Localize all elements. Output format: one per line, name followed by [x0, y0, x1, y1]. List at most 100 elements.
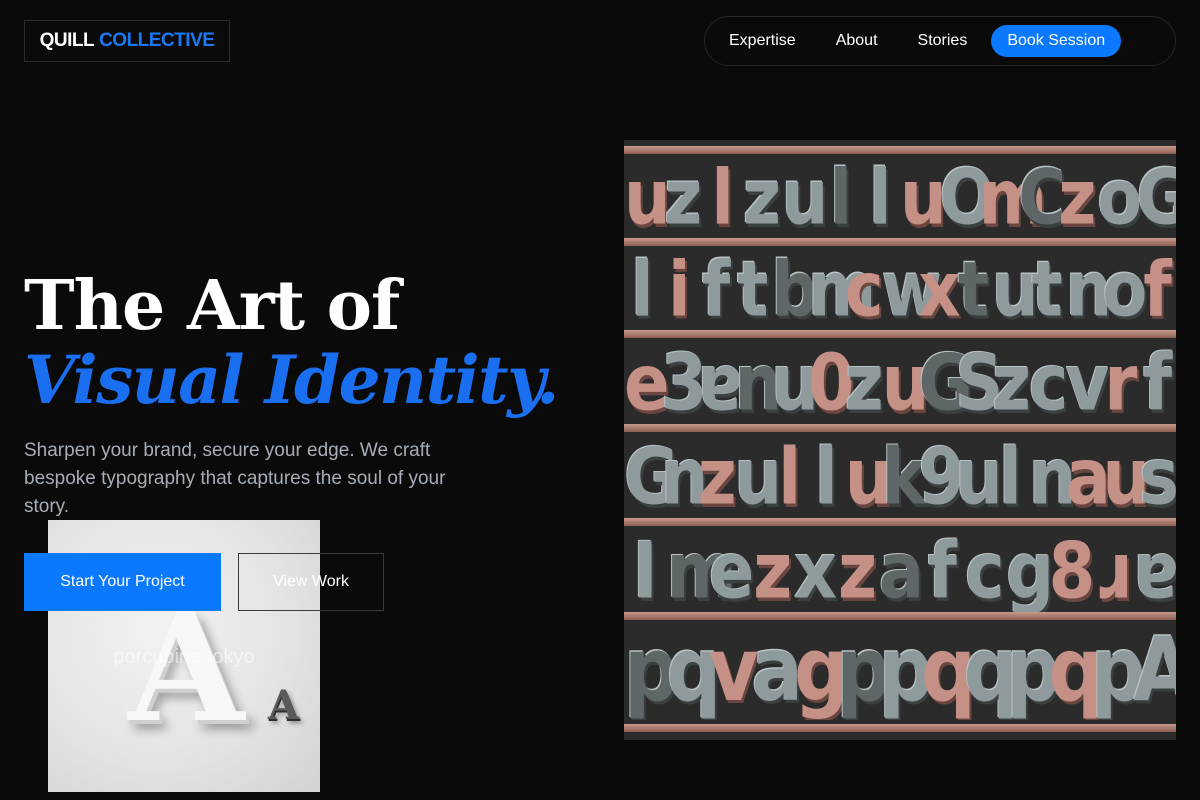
type-block: ɹ: [1094, 528, 1131, 614]
type-block: n: [660, 434, 709, 520]
type-block: u: [844, 434, 893, 520]
type-shelf: [624, 724, 1176, 732]
nav-link-stories[interactable]: Stories: [918, 32, 968, 50]
hero-title-line2: Visual Identity.: [24, 341, 559, 419]
type-block: o: [1097, 156, 1143, 240]
type-block: u: [955, 434, 1003, 520]
type-block: z: [697, 434, 737, 520]
type-block: n: [1028, 434, 1077, 520]
type-shelf: [624, 612, 1176, 620]
nav-link-expertise[interactable]: Expertise: [729, 32, 796, 50]
type-block: w: [881, 248, 943, 332]
type-block: t: [1031, 248, 1063, 332]
type-row: uzlzulluOmCzoG: [624, 156, 1176, 240]
type-block: a: [751, 622, 803, 720]
type-block: z: [664, 156, 703, 240]
main-nav: Expertise About Stories Book Session: [704, 16, 1176, 66]
type-block: n: [1065, 248, 1113, 332]
type-block: ɐ: [1133, 528, 1176, 614]
type-block: u: [1102, 434, 1151, 520]
book-session-button[interactable]: Book Session: [991, 25, 1122, 57]
type-block: I: [632, 528, 658, 614]
hero-title-line1: The Art of: [24, 266, 400, 346]
type-block: 0: [807, 340, 855, 426]
type-block: u: [881, 340, 930, 426]
type-block: p: [624, 622, 679, 720]
small-letter-a-graphic: A: [268, 682, 300, 729]
letterpress-type-image: uzlzulluOmCzoGliftbmcwxtutnofe3ɐnu0zuGSz…: [624, 140, 1176, 740]
type-block: A: [1133, 622, 1176, 720]
type-block: g: [793, 622, 849, 720]
view-work-button[interactable]: View Work: [238, 553, 384, 611]
type-row: e3ɐnu0zuGSzcvrf: [624, 340, 1176, 426]
type-block: u: [624, 156, 671, 240]
type-block: u: [734, 434, 783, 520]
type-block: p: [1006, 622, 1061, 720]
type-block: x: [793, 528, 838, 614]
type-block: u: [781, 156, 829, 240]
type-shelf: [624, 424, 1176, 432]
type-block: f: [701, 248, 731, 332]
type-block: t: [957, 248, 990, 332]
type-block: a: [878, 528, 924, 614]
type-block: u: [899, 156, 947, 240]
type-block: i: [667, 248, 691, 332]
type-block: c: [844, 248, 884, 332]
type-block: G: [624, 434, 680, 520]
type-row: Imezxzafcg8ɹɐ: [624, 528, 1176, 614]
type-block: C: [1018, 156, 1067, 240]
type-block: 3: [660, 340, 708, 426]
type-block: o: [1102, 248, 1148, 332]
type-block: p: [878, 622, 934, 720]
type-block: S: [955, 340, 1004, 426]
type-block: u: [991, 248, 1039, 332]
type-block: q: [963, 622, 1019, 720]
type-block: e: [708, 528, 755, 614]
type-block: f: [1143, 248, 1172, 332]
type-block: l: [778, 434, 802, 520]
type-block: v: [708, 622, 759, 720]
type-block: O: [939, 156, 996, 240]
type-block: 9: [918, 434, 966, 520]
type-block: z: [837, 528, 878, 614]
type-block: n: [734, 340, 783, 426]
type-block: k: [881, 434, 927, 520]
type-block: ɐ: [697, 340, 743, 426]
type-block: r: [1104, 340, 1138, 426]
type-block: g: [1006, 528, 1055, 614]
type-block: z: [844, 340, 884, 426]
type-block: c: [964, 528, 1005, 614]
type-block: m: [978, 156, 1048, 240]
brand-name-part1: QUILL: [39, 30, 95, 51]
type-block: l: [711, 156, 734, 240]
type-shelf: [624, 518, 1176, 526]
type-block: u: [771, 340, 819, 426]
type-block: q: [1048, 622, 1104, 720]
type-block: 8: [1048, 528, 1096, 614]
type-block: G: [918, 340, 974, 426]
type-shelf: [624, 330, 1176, 338]
type-block: p: [836, 622, 891, 720]
type-block: x: [918, 248, 961, 332]
type-block: l: [869, 156, 892, 240]
start-project-button[interactable]: Start Your Project: [24, 553, 221, 611]
type-row: pqvagppqqpqpA: [624, 622, 1176, 720]
type-shelf: [624, 238, 1176, 246]
image-watermark: porcupine tokyo: [113, 646, 255, 668]
type-block: b: [771, 248, 819, 332]
type-block: l: [829, 156, 853, 240]
type-block: l: [998, 434, 1022, 520]
brand-logo[interactable]: QUILL COLLECTIVE: [24, 20, 230, 62]
type-block: q: [666, 622, 722, 720]
type-block: v: [1065, 340, 1110, 426]
type-block: m: [807, 248, 877, 332]
type-block: f: [927, 528, 957, 614]
type-block: q: [921, 622, 976, 720]
type-block: m: [666, 528, 737, 614]
hero-title: The Art of Visual Identity.: [24, 268, 584, 416]
brand-name-part2: COLLECTIVE: [99, 30, 215, 51]
nav-link-about[interactable]: About: [836, 32, 878, 50]
type-block: z: [742, 156, 782, 240]
type-block: p: [1090, 622, 1146, 720]
type-shelf: [624, 146, 1176, 154]
